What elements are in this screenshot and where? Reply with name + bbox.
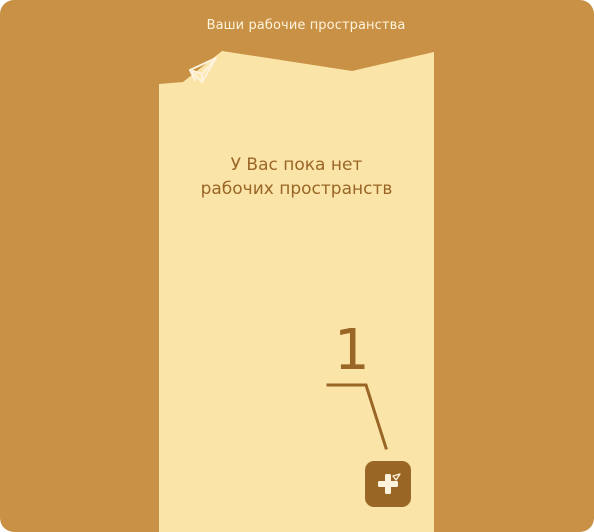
- workspaces-panel: Ваши рабочие пространства У Вас пока нет…: [0, 0, 594, 532]
- tutorial-step-marker: 1: [326, 322, 396, 454]
- paper-sheet: [159, 51, 434, 532]
- empty-state-line-1: У Вас пока нет: [230, 155, 363, 175]
- plus-icon: [378, 473, 401, 494]
- tutorial-step-number: 1: [334, 318, 370, 383]
- empty-state-message: У Вас пока нет рабочих пространств: [159, 153, 434, 201]
- add-workspace-button[interactable]: [365, 461, 411, 507]
- empty-state-line-2: рабочих пространств: [200, 179, 393, 199]
